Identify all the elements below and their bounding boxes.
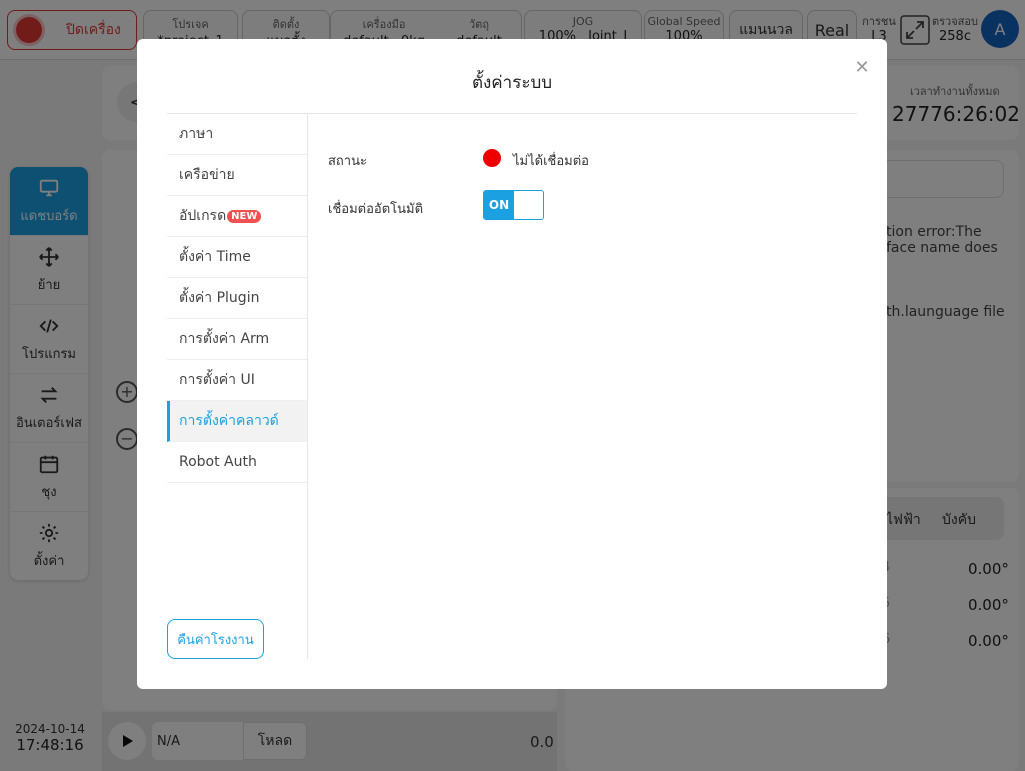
dialog-title: ตั้งค่าระบบ: [471, 73, 553, 93]
auto-connect-toggle[interactable]: ON: [483, 190, 544, 220]
menu-item-time[interactable]: ตั้งค่า Time: [167, 237, 307, 278]
factory-reset-button[interactable]: คืนค่าโรงงาน: [167, 619, 264, 659]
menu-item-language[interactable]: ภาษา: [167, 114, 307, 155]
menu-label: เครือข่าย: [179, 167, 235, 183]
toggle-on-label: ON: [484, 191, 514, 219]
menu-label: การตั้งค่า UI: [179, 372, 255, 388]
menu-item-plugin[interactable]: ตั้งค่า Plugin: [167, 278, 307, 319]
status-label: สถานะ: [328, 154, 367, 169]
menu-item-ui[interactable]: การตั้งค่า UI: [167, 360, 307, 401]
status-indicator-icon: [483, 149, 501, 167]
menu-label: การตั้งค่า Arm: [179, 331, 270, 347]
menu-item-arm[interactable]: การตั้งค่า Arm: [167, 319, 307, 360]
menu-label: ตั้งค่า Plugin: [179, 290, 260, 306]
menu-label: การตั้งค่าคลาวด์: [179, 413, 279, 429]
menu-item-robot-auth[interactable]: Robot Auth: [167, 442, 307, 483]
close-icon[interactable]: ✕: [853, 59, 871, 77]
menu-item-cloud[interactable]: การตั้งค่าคลาวด์: [167, 401, 307, 442]
system-settings-dialog: ตั้งค่าระบบ ✕ ภาษา เครือข่าย อัปเกรด NEW …: [137, 39, 887, 689]
divider: [307, 114, 308, 659]
menu-label: อัปเกรด: [179, 208, 227, 224]
menu-label: ตั้งค่า Time: [179, 249, 251, 265]
menu-label: ภาษา: [179, 126, 214, 142]
settings-menu: ภาษา เครือข่าย อัปเกรด NEW ตั้งค่า Time ต…: [167, 114, 307, 483]
new-badge: NEW: [227, 209, 262, 223]
menu-item-network[interactable]: เครือข่าย: [167, 155, 307, 196]
auto-connect-label: เชื่อมต่ออัตโนมัติ: [328, 202, 424, 217]
status-value: ไม่ได้เชื่อมต่อ: [513, 154, 589, 169]
menu-label: Robot Auth: [179, 454, 257, 470]
menu-item-upgrade[interactable]: อัปเกรด NEW: [167, 196, 307, 237]
